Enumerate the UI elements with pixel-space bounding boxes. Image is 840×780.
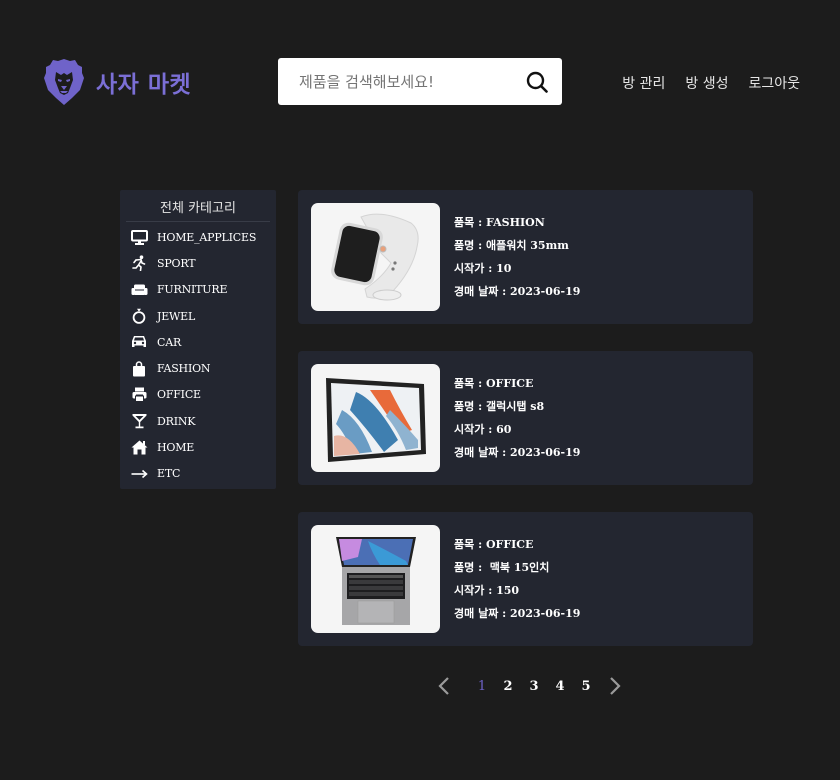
search-input[interactable] <box>278 58 525 105</box>
product-card[interactable]: 품목 : OFFICE 품명 : 맥북 15인치 시작가 : 150 경매 날짜… <box>298 512 753 646</box>
page-3[interactable]: 3 <box>521 679 547 694</box>
product-info: 품목 : OFFICE 품명 : 맥북 15인치 시작가 : 150 경매 날짜… <box>454 537 580 622</box>
category-item-jewel[interactable]: JEWEL <box>126 303 270 329</box>
category-item-home[interactable]: HOME <box>126 434 270 460</box>
arrow-right-icon <box>130 466 148 482</box>
ring-icon <box>130 308 148 324</box>
category-label: FURNITURE <box>157 283 228 297</box>
house-icon <box>130 440 148 456</box>
product-auction-date: 경매 날짜 : 2023-06-19 <box>454 606 581 620</box>
category-item-etc[interactable]: ETC <box>126 461 270 487</box>
category-label: HOME_APPLICES <box>157 230 257 244</box>
category-item-home-applices[interactable]: HOME_APPLICES <box>126 224 270 250</box>
category-list: HOME_APPLICES SPORT FURNITURE JEWEL CAR <box>126 222 270 487</box>
product-start-price: 시작가 : 60 <box>454 422 512 436</box>
page-numbers: 1 2 3 4 5 <box>469 679 599 694</box>
product-category: 품목 : OFFICE <box>454 376 534 390</box>
search-icon <box>526 71 548 93</box>
macbook-image <box>311 525 440 633</box>
category-sidebar: 전체 카테고리 HOME_APPLICES SPORT FURNITURE JE… <box>120 190 276 489</box>
category-label: DRINK <box>157 414 196 428</box>
category-label: ETC <box>157 467 181 481</box>
couch-icon <box>130 282 148 298</box>
product-category: 품목 : FASHION <box>454 215 545 229</box>
pagination: 1 2 3 4 5 <box>436 674 623 698</box>
sidebar-title: 전체 카테고리 <box>126 190 270 222</box>
nav-room-manage[interactable]: 방 관리 <box>622 73 665 93</box>
top-nav: 방 관리 방 생성 로그아웃 <box>622 73 800 93</box>
product-info: 품목 : OFFICE 품명 : 갤럭시탭 s8 시작가 : 60 경매 날짜 … <box>454 376 580 461</box>
product-auction-date: 경매 날짜 : 2023-06-19 <box>454 284 581 298</box>
product-card[interactable]: 품목 : OFFICE 품명 : 갤럭시탭 s8 시작가 : 60 경매 날짜 … <box>298 351 753 485</box>
category-item-car[interactable]: CAR <box>126 329 270 355</box>
page-2[interactable]: 2 <box>495 679 521 694</box>
nav-room-create[interactable]: 방 생성 <box>685 73 728 93</box>
cocktail-icon <box>130 413 148 429</box>
product-info: 품목 : FASHION 품명 : 애플워치 35mm 시작가 : 10 경매 … <box>454 215 580 300</box>
category-item-sport[interactable]: SPORT <box>126 250 270 276</box>
next-page-button[interactable] <box>607 674 623 698</box>
brand-name: 사자 마켓 <box>96 72 192 98</box>
search-button[interactable] <box>525 70 549 94</box>
product-category: 품목 : OFFICE <box>454 537 534 551</box>
category-label: CAR <box>157 335 182 349</box>
product-name: 품명 : 애플워치 35mm <box>454 238 569 252</box>
category-item-office[interactable]: OFFICE <box>126 382 270 408</box>
page-4[interactable]: 4 <box>547 679 573 694</box>
category-label: JEWEL <box>157 309 196 323</box>
chevron-left-icon <box>438 677 449 695</box>
product-name: 품명 : 맥북 15인치 <box>454 560 550 574</box>
category-item-drink[interactable]: DRINK <box>126 408 270 434</box>
product-start-price: 시작가 : 150 <box>454 583 520 597</box>
product-list: 품목 : FASHION 품명 : 애플워치 35mm 시작가 : 10 경매 … <box>298 190 753 673</box>
product-auction-date: 경매 날짜 : 2023-06-19 <box>454 445 581 459</box>
product-card[interactable]: 품목 : FASHION 품명 : 애플워치 35mm 시작가 : 10 경매 … <box>298 190 753 324</box>
galaxy-tab-image <box>311 364 440 472</box>
category-item-furniture[interactable]: FURNITURE <box>126 277 270 303</box>
category-item-fashion[interactable]: FASHION <box>126 355 270 381</box>
chevron-right-icon <box>610 677 621 695</box>
shopping-bag-icon <box>130 360 148 377</box>
search-bar <box>278 58 562 105</box>
product-start-price: 시작가 : 10 <box>454 261 512 275</box>
page-1[interactable]: 1 <box>469 679 495 694</box>
brand-logo[interactable]: 사자 마켓 <box>44 58 191 106</box>
category-label: OFFICE <box>157 388 201 402</box>
prev-page-button[interactable] <box>436 674 452 698</box>
product-name: 품명 : 갤럭시탭 s8 <box>454 399 545 413</box>
category-label: SPORT <box>157 256 196 270</box>
monitor-icon <box>130 229 148 245</box>
category-label: HOME <box>157 441 195 455</box>
car-icon <box>130 334 148 350</box>
apple-watch-image <box>311 203 440 311</box>
page-5[interactable]: 5 <box>573 679 599 694</box>
category-label: FASHION <box>157 362 211 376</box>
nav-logout[interactable]: 로그아웃 <box>748 73 800 93</box>
printer-icon <box>130 387 148 403</box>
running-icon <box>130 255 148 272</box>
lion-logo-icon <box>44 59 84 105</box>
